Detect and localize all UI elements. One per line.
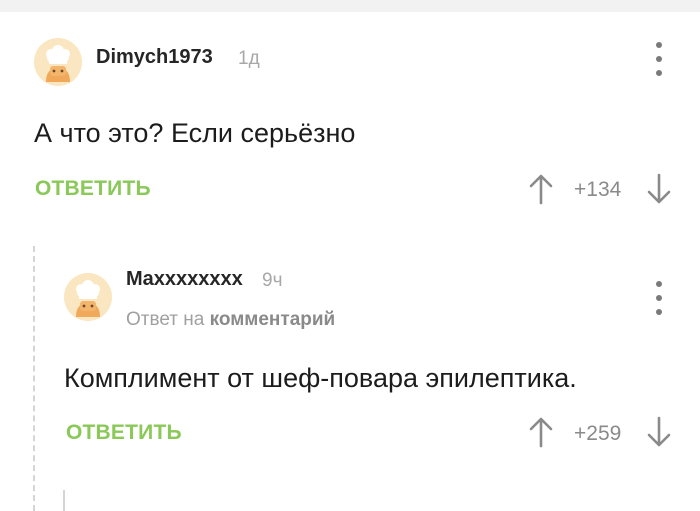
thread-line	[33, 246, 37, 511]
username[interactable]: Dimych1973	[96, 46, 213, 69]
arrow-up-icon[interactable]	[528, 173, 554, 205]
reply-button[interactable]: ОТВЕТИТЬ	[66, 421, 182, 445]
reply-to-label: Ответ на комментарий	[126, 309, 335, 331]
comment-text: Комплимент от шеф-повара эпилептика.	[64, 363, 577, 393]
rating: +259	[574, 422, 622, 445]
arrow-up-icon[interactable]	[528, 416, 554, 448]
nested-thread-line	[63, 490, 65, 511]
more-vertical-icon[interactable]	[654, 42, 664, 76]
top-divider	[0, 0, 700, 12]
chef-avatar-icon[interactable]	[64, 273, 112, 321]
comment-text: А что это? Если серьёзно	[34, 118, 356, 148]
reply-to-prefix: Ответ на	[126, 309, 205, 330]
more-vertical-icon[interactable]	[654, 281, 664, 315]
reply-to-link[interactable]: комментарий	[210, 309, 336, 330]
timestamp: 9ч	[262, 270, 283, 291]
arrow-down-icon[interactable]	[646, 173, 672, 205]
arrow-down-icon[interactable]	[646, 416, 672, 448]
rating: +134	[574, 178, 622, 201]
reply-button[interactable]: ОТВЕТИТЬ	[35, 177, 151, 201]
chef-avatar-icon[interactable]	[34, 38, 82, 86]
timestamp: 1д	[238, 48, 260, 69]
username[interactable]: Maxxxxxxxx	[126, 268, 243, 291]
